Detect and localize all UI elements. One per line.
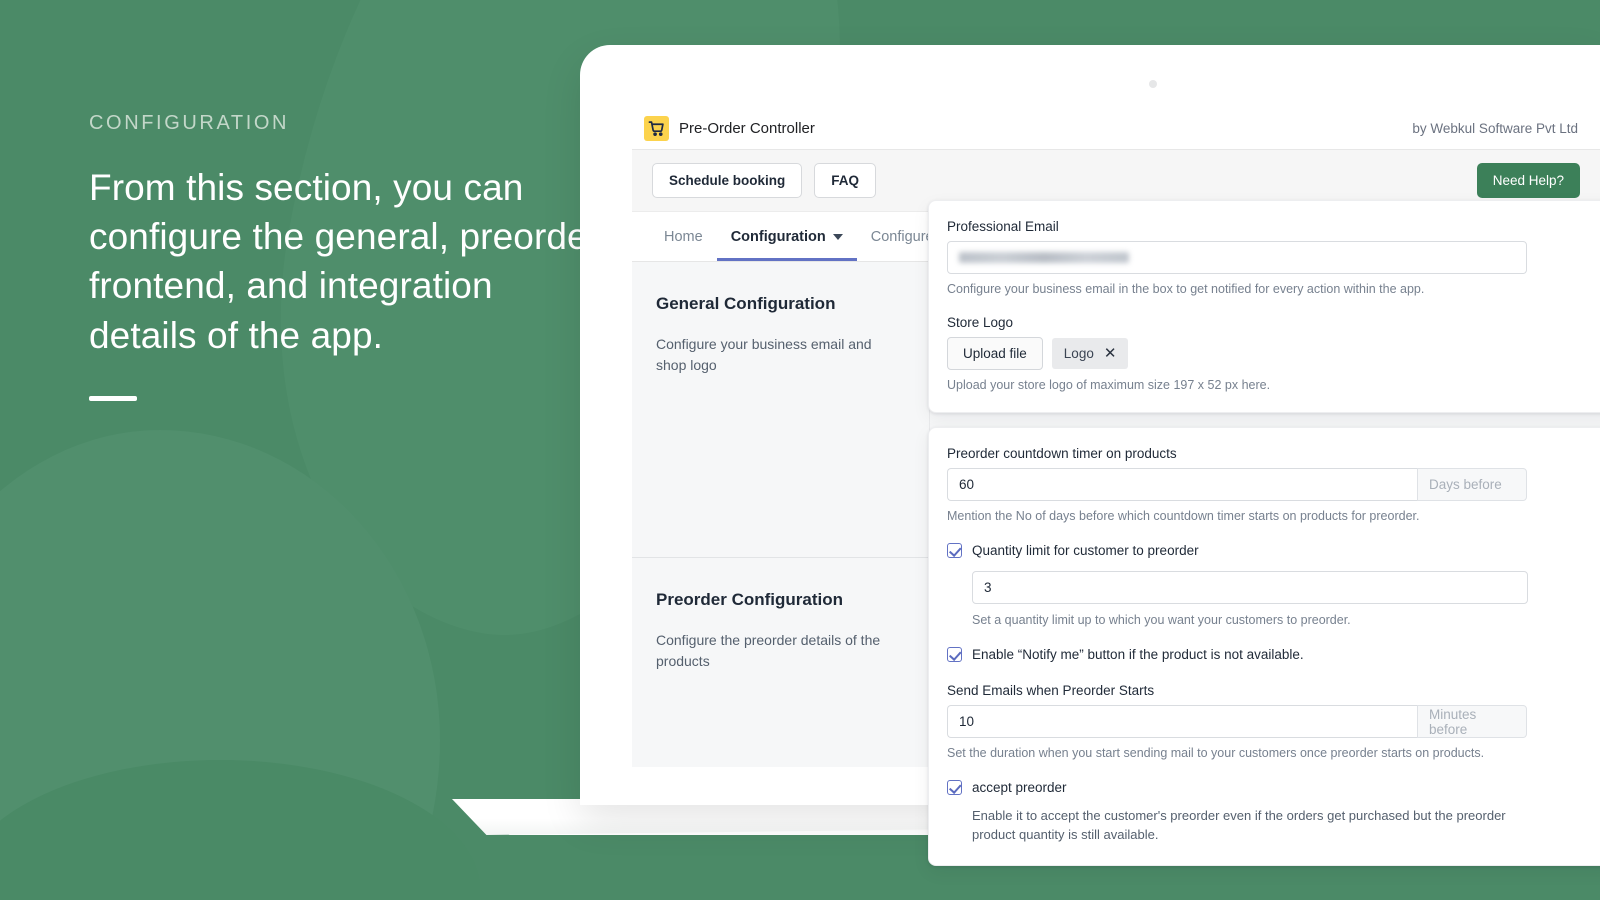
section-preorder-configuration: Preorder Configuration Configure the pre…	[632, 557, 929, 672]
send-emails-unit: Minutes before	[1417, 705, 1527, 739]
promo-copy: CONFIGURATION From this section, you can…	[89, 112, 609, 401]
settings-cards: Professional Email Configure your busine…	[928, 200, 1600, 880]
cart-glyph	[648, 121, 664, 137]
quantity-limit-row: Quantity limit for customer to preorder	[947, 542, 1595, 560]
store-logo-controls: Upload file Logo ✕	[947, 337, 1595, 370]
countdown-timer-input[interactable]: 60	[947, 468, 1417, 501]
send-emails-group: Send Emails when Preorder Starts 10 Minu…	[947, 683, 1595, 760]
quantity-limit-group: 3 Set a quantity limit up to which you w…	[972, 571, 1595, 627]
send-emails-input[interactable]: 10	[947, 705, 1417, 739]
settings-section-list: General Configuration Configure your bus…	[632, 262, 930, 767]
redacted-email-value	[959, 252, 1129, 263]
section-general-title: General Configuration	[656, 294, 836, 313]
store-logo-hint: Upload your store logo of maximum size 1…	[947, 378, 1271, 392]
schedule-booking-button[interactable]: Schedule booking	[652, 163, 803, 198]
promo-divider	[89, 395, 137, 401]
store-logo-group: Store Logo Upload file Logo ✕ Upload you…	[947, 315, 1595, 392]
faq-button[interactable]: FAQ	[814, 163, 877, 198]
shopping-cart-icon	[644, 116, 669, 141]
professional-email-hint: Configure your business email in the box…	[947, 282, 1425, 296]
laptop-camera-icon	[1149, 80, 1157, 88]
send-emails-hint: Set the duration when you start sending …	[947, 746, 1485, 761]
accept-preorder-checkbox[interactable]	[947, 780, 962, 796]
app-vendor-line: by Webkul Software Pvt Ltd	[1412, 121, 1578, 136]
quantity-limit-checkbox[interactable]	[947, 543, 962, 558]
logo-file-chip[interactable]: Logo ✕	[1051, 338, 1129, 369]
countdown-timer-unit: Days before	[1417, 468, 1527, 501]
tab-home[interactable]: Home	[650, 229, 717, 261]
need-help-button[interactable]: Need Help?	[1476, 163, 1580, 198]
professional-email-label: Professional Email	[947, 219, 1059, 234]
accept-preorder-label: accept preorder	[972, 780, 1067, 796]
promo-eyebrow: CONFIGURATION	[89, 112, 290, 134]
app-brand: Pre-Order Controller	[644, 116, 815, 141]
send-emails-label: Send Emails when Preorder Starts	[947, 683, 1155, 699]
section-general-desc: Configure your business email and shop l…	[656, 336, 872, 373]
professional-email-input[interactable]	[947, 241, 1527, 274]
notify-me-row: Enable “Notify me” button if the product…	[947, 646, 1595, 664]
quantity-limit-label: Quantity limit for customer to preorder	[972, 543, 1199, 558]
countdown-timer-hint: Mention the No of days before which coun…	[947, 509, 1420, 523]
preorder-configuration-card: Preorder countdown timer on products 60 …	[928, 427, 1600, 866]
app-title: Pre-Order Controller	[679, 120, 815, 137]
logo-file-chip-label: Logo	[1063, 346, 1094, 361]
tab-configuration-label: Configuration	[730, 229, 826, 245]
section-general-configuration: General Configuration Configure your bus…	[632, 262, 929, 517]
promo-headline: From this section, you can configure the…	[89, 167, 609, 356]
accept-preorder-row: accept preorder	[947, 779, 1595, 797]
tab-home-label: Home	[664, 229, 703, 245]
upload-file-button[interactable]: Upload file	[947, 337, 1043, 370]
countdown-timer-group: 60 Days before	[947, 468, 1527, 501]
store-logo-label: Store Logo	[947, 315, 1014, 330]
quantity-limit-input[interactable]: 3	[972, 571, 1528, 605]
countdown-timer-label: Preorder countdown timer on products	[947, 446, 1177, 461]
close-icon[interactable]: ✕	[1104, 346, 1117, 361]
accept-preorder-desc: Enable it to accept the customer's preor…	[972, 807, 1506, 843]
tab-configuration[interactable]: Configuration	[716, 229, 857, 261]
section-preorder-title: Preorder Configuration	[656, 590, 844, 609]
section-preorder-desc: Configure the preorder details of the pr…	[656, 632, 881, 669]
send-emails-input-group: 10 Minutes before	[947, 705, 1527, 739]
app-title-bar: Pre-Order Controller by Webkul Software …	[632, 108, 1600, 150]
chevron-down-icon	[832, 234, 843, 240]
notify-me-label: Enable “Notify me” button if the product…	[972, 647, 1304, 663]
quantity-limit-hint: Set a quantity limit up to which you wan…	[972, 613, 1351, 628]
general-configuration-card: Professional Email Configure your busine…	[928, 200, 1600, 413]
notify-me-checkbox[interactable]	[947, 647, 962, 663]
